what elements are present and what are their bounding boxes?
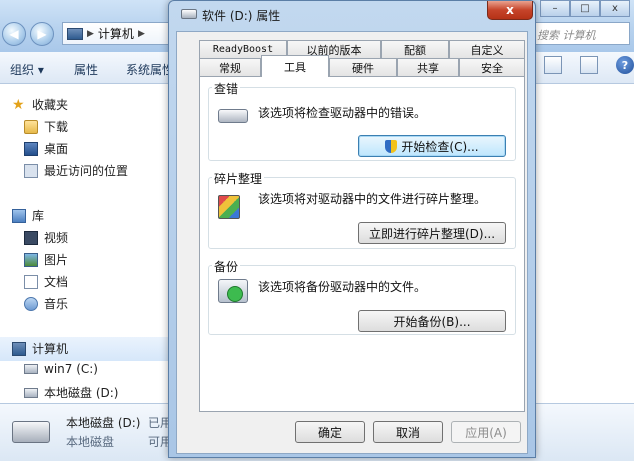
start-check-label: 开始检查(C)...	[401, 139, 479, 154]
desktop-icon	[24, 141, 38, 156]
sidebar-item-documents[interactable]: 文档	[24, 273, 68, 290]
sidebar-item-label: 最近访问的位置	[44, 164, 129, 178]
address-bar[interactable]: ▶ 计算机 ▶	[62, 22, 174, 45]
music-icon	[24, 296, 38, 311]
tab-sharing[interactable]: 共享	[397, 58, 459, 76]
apply-button[interactable]: 应用(A)	[451, 421, 521, 443]
sidebar-item-label: 桌面	[44, 142, 69, 156]
properties-dialog: 软件 (D:) 属性 x ReadyBoost 以前的版本 配额 自定义 常规 …	[168, 0, 536, 458]
chevron-right-icon: ▶	[87, 28, 94, 39]
status-drive-type: 本地磁盘	[66, 435, 115, 449]
sidebar-item-label: 音乐	[44, 297, 69, 311]
explorer-window-controls: – □ x	[540, 0, 634, 18]
sidebar-item-computer[interactable]: 计算机	[12, 340, 68, 357]
sidebar-item-drive-c[interactable]: win7 (C:)	[24, 362, 98, 376]
tab-security[interactable]: 安全	[459, 58, 525, 76]
sidebar-item-label: 下载	[44, 120, 69, 134]
computer-icon	[12, 341, 26, 356]
star-icon: ★	[12, 96, 25, 113]
sidebar-item-label: 图片	[44, 253, 69, 267]
tab-tools[interactable]: 工具	[261, 55, 329, 77]
tab-hardware[interactable]: 硬件	[329, 58, 397, 76]
sidebar-item-desktop[interactable]: 桌面	[24, 140, 68, 157]
sidebar-item-label: 文档	[44, 275, 69, 289]
help-icon[interactable]: ?	[616, 56, 634, 74]
sidebar-item-label: 收藏夹	[32, 98, 69, 112]
videos-icon	[24, 230, 38, 245]
back-arrow-icon[interactable]: ◀	[2, 22, 26, 46]
explorer-close-icon[interactable]: x	[600, 0, 630, 17]
status-drive-name: 本地磁盘 (D:)	[66, 416, 141, 430]
search-input[interactable]: 搜索 计算机	[532, 22, 630, 45]
sidebar-item-libraries[interactable]: 库	[12, 207, 44, 224]
sidebar-item-label: 视频	[44, 231, 69, 245]
backup-description: 该选项将备份驱动器中的文件。	[258, 280, 427, 294]
tab-customize[interactable]: 自定义	[449, 40, 525, 58]
error-check-description: 该选项将检查驱动器中的错误。	[258, 106, 427, 120]
minimize-icon[interactable]: –	[540, 0, 570, 17]
ok-button[interactable]: 确定	[295, 421, 365, 443]
tab-general[interactable]: 常规	[199, 58, 261, 76]
defrag-title: 碎片整理	[212, 170, 265, 187]
sidebar-item-label: 本地磁盘 (D:)	[44, 386, 119, 400]
drive-icon	[24, 387, 38, 398]
dialog-title: 软件 (D:) 属性	[202, 9, 281, 23]
sidebar-item-label: 计算机	[32, 342, 69, 356]
forward-arrow-icon[interactable]: ▶	[30, 22, 54, 46]
maximize-icon[interactable]: □	[570, 0, 600, 17]
backup-icon	[218, 279, 248, 303]
nav-buttons: ◀ ▶	[2, 20, 62, 48]
view-controls: ?	[544, 56, 634, 74]
properties-button[interactable]: 属性	[74, 61, 98, 78]
computer-icon	[67, 27, 83, 40]
sidebar-item-music[interactable]: 音乐	[24, 295, 68, 312]
close-icon[interactable]: x	[487, 1, 533, 20]
uac-shield-icon	[385, 139, 398, 153]
cancel-button[interactable]: 取消	[373, 421, 443, 443]
drive-icon	[24, 364, 38, 374]
recent-places-icon	[24, 163, 38, 178]
drive-check-icon	[218, 109, 248, 123]
dialog-body: ReadyBoost 以前的版本 配额 自定义 常规 工具 硬件 共享 安全 查…	[176, 31, 528, 454]
defrag-description: 该选项将对驱动器中的文件进行碎片整理。	[258, 192, 487, 206]
address-text: 计算机	[97, 27, 134, 41]
tab-quota[interactable]: 配额	[381, 40, 449, 58]
drive-icon	[181, 9, 197, 19]
defrag-now-button[interactable]: 立即进行碎片整理(D)...	[358, 222, 506, 244]
defrag-icon	[218, 195, 240, 219]
view-options-icon[interactable]	[544, 56, 562, 74]
sidebar-item-label: win7 (C:)	[44, 362, 98, 376]
backup-title: 备份	[212, 258, 241, 275]
preview-pane-icon[interactable]	[580, 56, 598, 74]
organize-menu[interactable]: 组织 ▾	[10, 61, 44, 78]
sidebar-item-label: 库	[32, 209, 45, 223]
sidebar-item-videos[interactable]: 视频	[24, 229, 68, 246]
sidebar-item-pictures[interactable]: 图片	[24, 251, 68, 268]
libraries-icon	[12, 208, 26, 223]
sidebar-item-favorites[interactable]: ★ 收藏夹	[12, 96, 68, 113]
hard-drive-icon	[12, 421, 50, 443]
sidebar-item-recent[interactable]: 最近访问的位置	[24, 162, 128, 179]
pictures-icon	[24, 252, 38, 267]
start-backup-button[interactable]: 开始备份(B)...	[358, 310, 506, 332]
start-check-button[interactable]: 开始检查(C)...	[358, 135, 506, 157]
documents-icon	[24, 274, 38, 289]
sidebar-item-downloads[interactable]: 下载	[24, 118, 68, 135]
sidebar-item-drive-d[interactable]: 本地磁盘 (D:)	[24, 384, 118, 401]
tools-tab-panel: 查错 该选项将检查驱动器中的错误。 开始检查(C)... 碎片整理 该选项将对驱…	[199, 76, 525, 412]
downloads-folder-icon	[24, 119, 38, 134]
system-properties-button[interactable]: 系统属性	[126, 61, 174, 78]
error-check-title: 查错	[212, 80, 241, 97]
chevron-right-icon: ▶	[137, 28, 145, 39]
